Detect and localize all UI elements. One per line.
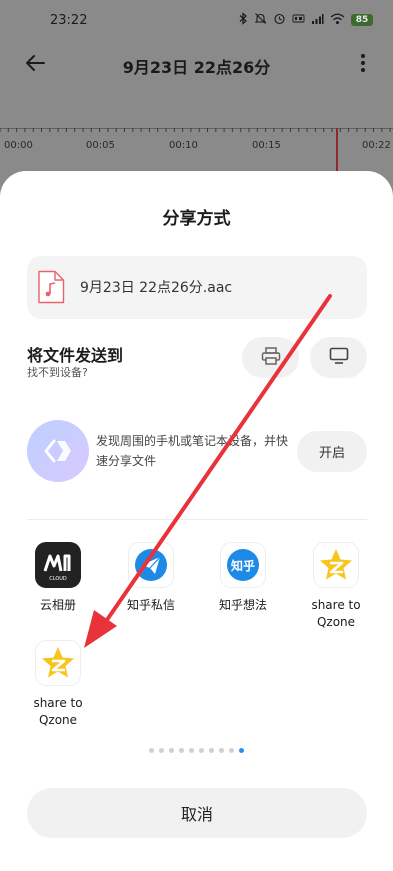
share-app-qzone[interactable]: share to Qzone bbox=[293, 542, 379, 631]
recording-title: 9月23日 22点26分 bbox=[122, 58, 271, 77]
page-dot[interactable] bbox=[169, 748, 174, 753]
page-dot[interactable] bbox=[149, 748, 154, 753]
status-time: 23:22 bbox=[50, 13, 88, 28]
wifi-icon bbox=[330, 13, 345, 28]
page-dot-active[interactable] bbox=[239, 748, 244, 753]
qzone-star-icon bbox=[35, 640, 81, 686]
page-indicator bbox=[0, 748, 393, 753]
battery-icon: 85 bbox=[351, 14, 373, 26]
page-dot[interactable] bbox=[159, 748, 164, 753]
status-icons: 85 bbox=[239, 12, 373, 28]
page-dot[interactable] bbox=[179, 748, 184, 753]
hd-icon bbox=[292, 12, 305, 28]
cancel-button[interactable]: 取消 bbox=[27, 788, 367, 838]
share-app-zhihu-thoughts[interactable]: 知乎 知乎想法 bbox=[200, 542, 286, 614]
screen-cast-button[interactable] bbox=[310, 337, 367, 378]
print-button[interactable] bbox=[242, 337, 299, 378]
app-label: 云相册 bbox=[39, 598, 76, 612]
file-card: 9月23日 22点26分.aac bbox=[27, 256, 367, 319]
zhihu-icon: 知乎 bbox=[220, 542, 266, 588]
monitor-icon bbox=[329, 347, 349, 369]
page-dot[interactable] bbox=[219, 748, 224, 753]
share-app-cloud-album[interactable]: CLOUD 云相册 bbox=[15, 542, 101, 614]
signal-icon bbox=[311, 13, 324, 28]
share-sheet: 分享方式 9月23日 22点26分.aac 将文件发送到 找不到设备? 发现周围… bbox=[0, 171, 393, 871]
discover-description: 发现周围的手机或笔记本设备，并快速分享文件 bbox=[96, 434, 289, 468]
timeline-tick-label: 00:22 bbox=[362, 140, 391, 151]
timeline-tick-label: 00:05 bbox=[86, 140, 115, 151]
qzone-star-icon bbox=[313, 542, 359, 588]
timeline-tick-label: 00:00 bbox=[4, 140, 33, 151]
audio-file-icon bbox=[37, 270, 65, 304]
device-not-found-link[interactable]: 找不到设备? bbox=[27, 364, 88, 380]
mute-icon bbox=[254, 12, 267, 28]
sheet-title: 分享方式 bbox=[162, 209, 231, 229]
page-dot[interactable] bbox=[199, 748, 204, 753]
paper-plane-icon bbox=[128, 542, 174, 588]
page-dot[interactable] bbox=[189, 748, 194, 753]
app-label: 知乎私信 bbox=[126, 598, 175, 612]
app-label: share to Qzone bbox=[311, 598, 361, 629]
page-dot[interactable] bbox=[229, 748, 234, 753]
status-bar: 23:22 85 bbox=[0, 0, 393, 42]
enable-button[interactable]: 开启 bbox=[297, 431, 367, 472]
waveform-timeline[interactable]: 00:00 00:05 00:10 00:15 00:22 bbox=[0, 128, 393, 172]
timeline-tick-label: 00:10 bbox=[169, 140, 198, 151]
alarm-icon bbox=[273, 12, 286, 28]
cloud-logo-text: CLOUD bbox=[49, 576, 67, 582]
printer-icon bbox=[261, 346, 281, 369]
timeline-ruler bbox=[0, 128, 393, 132]
share-app-qzone[interactable]: share to Qzone bbox=[15, 640, 101, 729]
more-vertical-icon[interactable] bbox=[359, 52, 367, 74]
timeline-tick-label: 00:15 bbox=[252, 140, 281, 151]
nearby-share-icon bbox=[27, 420, 89, 482]
divider bbox=[27, 519, 367, 520]
playhead[interactable] bbox=[336, 128, 338, 172]
app-bar: 9月23日 22点26分 bbox=[0, 42, 393, 88]
app-label: share to Qzone bbox=[33, 696, 83, 727]
app-label: 知乎想法 bbox=[218, 598, 267, 612]
page-dot[interactable] bbox=[209, 748, 214, 753]
send-to-title: 将文件发送到 bbox=[27, 346, 124, 365]
cloud-album-icon: CLOUD bbox=[35, 542, 81, 588]
bluetooth-icon bbox=[239, 12, 248, 28]
share-app-zhihu-message[interactable]: 知乎私信 bbox=[108, 542, 194, 614]
zhihu-logo-text: 知乎 bbox=[230, 558, 255, 573]
file-name: 9月23日 22点26分.aac bbox=[80, 280, 233, 296]
